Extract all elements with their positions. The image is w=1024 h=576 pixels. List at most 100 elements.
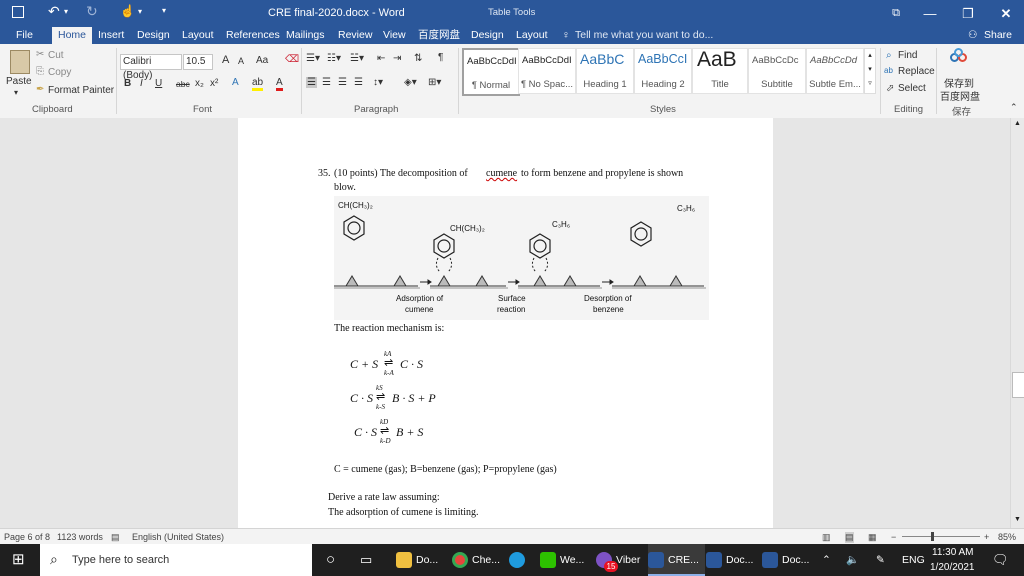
undo-dropdown-icon[interactable]: ▾ [64,7,68,16]
notification-icon[interactable]: 🗨 [992,544,1009,576]
copy-icon[interactable]: ⎘ [36,66,44,77]
zoom-slider[interactable] [902,536,980,537]
web-layout-icon[interactable]: ▦ [868,532,877,543]
tab-file[interactable]: File [16,27,33,44]
cortana-icon[interactable]: ○ [326,544,335,576]
justify-icon[interactable]: ☰ [354,77,363,88]
tab-mailings[interactable]: Mailings [286,27,325,44]
tab-insert[interactable]: Insert [98,27,124,44]
cut-button[interactable]: Cut [48,50,64,61]
tab-home[interactable]: Home [52,27,93,44]
taskbar-app-wechat[interactable]: We... [540,544,584,576]
replace-button[interactable]: Replace [898,66,935,77]
page-count[interactable]: Page 6 of 8 [4,532,50,542]
multilevel-icon[interactable]: ☱▾ [350,53,364,64]
increase-indent-icon[interactable]: ⇥ [393,53,401,64]
shrink-font-button[interactable]: A [238,56,244,66]
clear-format-icon[interactable]: ⌫ [285,54,299,65]
highlight-icon[interactable]: ab [252,77,264,91]
zoom-slider-thumb[interactable] [931,532,934,541]
read-mode-icon[interactable]: ▥ [822,532,831,543]
clock-date[interactable]: 1/20/2021 [930,562,975,573]
style-normal[interactable]: AaBbCcDdI ¶ Normal [462,48,520,96]
format-painter-icon[interactable]: ✒ [36,84,44,95]
paste-icon[interactable] [10,50,30,74]
styles-scroll[interactable]: ▴ ▾ ▿ [864,48,876,94]
input-language[interactable]: ENG [902,544,925,576]
taskbar-app-word-doc-2[interactable]: Doc... [762,544,809,576]
tab-table-layout[interactable]: Layout [516,27,548,44]
style-subtle-emphasis[interactable]: AaBbCcDd Subtle Em... [806,48,864,94]
paste-button[interactable]: Paste [6,76,32,87]
scroll-thumb[interactable] [1012,372,1024,398]
tab-layout[interactable]: Layout [182,27,214,44]
tab-references[interactable]: References [226,27,280,44]
word-count[interactable]: 1123 words [57,532,103,542]
zoom-level[interactable]: 85% [998,532,1016,542]
share-button[interactable]: Share [984,27,1012,44]
tray-chevron-icon[interactable]: ⌃ [822,544,831,576]
redo-icon[interactable]: ↻ [86,3,98,20]
paste-dropdown-icon[interactable]: ▾ [14,88,18,97]
taskbar-search[interactable]: ⌕ Type here to search [40,544,312,576]
tab-review[interactable]: Review [338,27,372,44]
superscript-button[interactable]: x² [210,78,218,89]
style-title[interactable]: AaB Title [692,48,748,94]
close-icon[interactable]: ✕ [988,0,1024,27]
sort-icon[interactable]: ⇅ [414,53,422,64]
style-heading-2[interactable]: AaBbCcI Heading 2 [634,48,692,94]
proofing-icon[interactable]: ▤ [111,532,120,543]
replace-icon[interactable]: ab [884,66,893,75]
taskbar-app-documents[interactable]: Do... [396,544,438,576]
font-color-icon[interactable]: A [276,77,283,91]
subscript-button[interactable]: x₂ [195,78,204,89]
tab-design[interactable]: Design [137,27,170,44]
align-left-icon[interactable]: ☰ [306,77,317,88]
line-spacing-icon[interactable]: ↕▾ [373,77,383,88]
taskbar-app-word-doc-1[interactable]: Doc... [706,544,753,576]
taskbar-app-viber[interactable]: Viber [596,544,640,576]
save-icon[interactable] [12,6,24,18]
find-button[interactable]: Find [898,50,917,61]
zoom-in-icon[interactable]: + [984,532,989,542]
bullets-icon[interactable]: ☰▾ [306,53,320,64]
minimize-icon[interactable]: — [912,0,948,27]
taskbar-app-chrome[interactable]: Che... [452,544,500,576]
baidu-save-button-line2[interactable]: 百度网盘 [940,88,980,103]
shading-icon[interactable]: ◈▾ [404,77,417,88]
align-center-icon[interactable]: ☰ [322,77,331,88]
format-painter-button[interactable]: Format Painter [48,85,114,96]
tab-view[interactable]: View [383,27,406,44]
font-name-combo[interactable]: Calibri (Body) [120,54,182,81]
font-size-combo[interactable]: 10.5 [183,54,213,70]
copy-button[interactable]: Copy [48,67,71,78]
customize-qat-icon[interactable]: ▾ [162,6,166,15]
print-layout-icon[interactable]: ▤ [845,532,854,543]
tell-me-input[interactable]: Tell me what you want to do... [575,27,713,44]
zoom-out-icon[interactable]: − [891,532,896,542]
undo-icon[interactable]: ↶ [48,3,60,20]
edge-icon[interactable] [509,544,529,576]
numbering-icon[interactable]: ☷▾ [327,53,341,64]
ribbon-display-icon[interactable]: ⧉ [878,0,914,27]
touch-mode-icon[interactable]: ☝ [120,4,135,18]
task-view-icon[interactable]: ▭ [360,544,372,576]
text-effects-icon[interactable]: A [232,77,239,88]
touch-dropdown-icon[interactable]: ▾ [138,7,142,16]
scroll-up-icon[interactable]: ▲ [1014,120,1021,127]
restore-icon[interactable]: ❐ [950,0,986,27]
strikethrough-button[interactable]: abc [176,79,190,89]
volume-icon[interactable]: 🔈 [846,544,859,576]
select-icon[interactable]: ⬀ [886,83,894,94]
windows-start-icon[interactable]: ⊞ [12,544,25,576]
collapse-ribbon-icon[interactable]: ⌃ [1010,102,1018,113]
grow-font-button[interactable]: A [222,54,229,66]
decrease-indent-icon[interactable]: ⇤ [377,53,385,64]
taskbar-app-word-cre[interactable]: CRE... [648,544,705,576]
share-icon[interactable]: ⚇ [968,27,977,44]
find-icon[interactable]: ⌕ [886,50,892,61]
vertical-scrollbar[interactable]: ▲ ▼ [1010,118,1024,528]
scroll-down-icon[interactable]: ▼ [1014,516,1021,523]
pen-icon[interactable]: ✎ [876,544,885,576]
document-page[interactable]: 35. (10 points) The decomposition of cum… [238,118,773,528]
